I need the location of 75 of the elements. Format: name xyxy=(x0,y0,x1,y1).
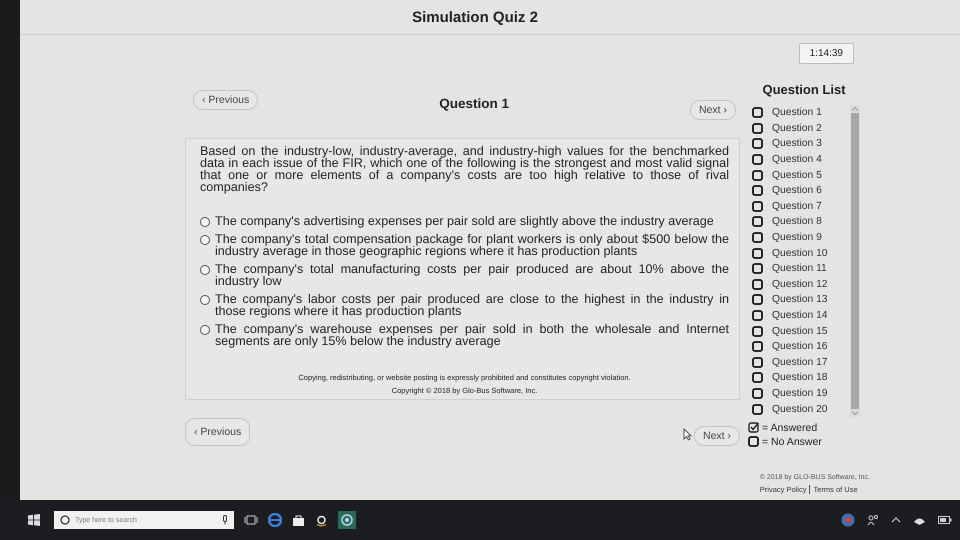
shopping-bag-icon[interactable] xyxy=(292,514,305,526)
question-link[interactable]: Question 6 xyxy=(772,185,822,196)
question-link[interactable]: Question 14 xyxy=(772,310,828,322)
radio-button[interactable] xyxy=(200,295,210,305)
question-link[interactable]: Question 11 xyxy=(772,263,827,274)
question-link[interactable]: Question 9 xyxy=(772,232,822,244)
caret-up-icon[interactable] xyxy=(891,516,901,524)
checkbox[interactable] xyxy=(752,248,763,259)
question-link[interactable]: Question 18 xyxy=(772,372,828,384)
question-link[interactable]: Question 13 xyxy=(772,294,828,306)
checkbox[interactable] xyxy=(752,404,763,415)
browser-icon[interactable] xyxy=(268,513,282,527)
checkbox[interactable] xyxy=(752,372,763,384)
checkbox[interactable] xyxy=(752,107,763,118)
checked-box-icon xyxy=(748,422,759,434)
checkbox[interactable] xyxy=(752,122,763,134)
checkbox[interactable] xyxy=(752,185,763,196)
previous-button[interactable]: ‹ Previous xyxy=(185,418,250,446)
checkbox[interactable] xyxy=(752,388,763,399)
quiz-title: Simulation Quiz 2 xyxy=(412,8,538,26)
question-link[interactable]: Question 2 xyxy=(772,122,822,134)
start-icon[interactable] xyxy=(28,514,40,526)
question-link[interactable]: Question 5 xyxy=(772,170,822,181)
answer-option[interactable]: The company's advertising expenses per pair sold are slightly above the industry average xyxy=(215,215,729,227)
checkbox[interactable] xyxy=(752,310,763,322)
checkbox[interactable] xyxy=(752,170,763,181)
question-list-heading: Question List xyxy=(761,82,847,97)
question-link[interactable]: Question 4 xyxy=(772,154,822,166)
answer-option[interactable]: The company's total manufacturing costs per pair produced are about 10% above the industry low xyxy=(215,263,729,287)
question-link[interactable]: Question 20 xyxy=(772,404,828,415)
next-button[interactable]: Next › xyxy=(690,100,736,120)
radio-button[interactable] xyxy=(200,217,210,227)
answer-option[interactable]: The company's labor costs per pair produced are close to the highest in the industry in those regions where it has production plants xyxy=(215,293,729,317)
question-link[interactable]: Question 8 xyxy=(772,216,822,228)
legend-label: = No Answer xyxy=(762,436,822,448)
microphone-icon[interactable] xyxy=(222,515,228,525)
checkbox[interactable] xyxy=(752,200,763,212)
people-icon[interactable] xyxy=(867,514,879,526)
checkbox[interactable] xyxy=(752,341,763,352)
checkbox[interactable] xyxy=(752,138,763,150)
radio-button[interactable] xyxy=(200,265,210,275)
checkbox[interactable] xyxy=(752,232,763,244)
question-link[interactable]: Question 1 xyxy=(772,107,822,118)
question-text: Based on the industry-low, industry-average, and industry-high values for the benchmarked data in each issue of the FIR, which one of the following is the strongest and most valid signal that one or more elements of a company's costs are too high relative to those of rival companies? xyxy=(200,145,729,193)
question-link[interactable]: Question 12 xyxy=(772,278,828,290)
question-link[interactable]: Question 7 xyxy=(772,200,822,212)
checkbox[interactable] xyxy=(752,216,763,228)
answer-option[interactable]: The company's warehouse expenses per pair sold in both the wholesale and Internet segments are only 15% below the industry average xyxy=(215,323,729,347)
task-view-icon[interactable] xyxy=(244,515,258,525)
empty-box-icon xyxy=(748,436,759,448)
checkbox[interactable] xyxy=(752,263,763,274)
question-link[interactable]: Question 17 xyxy=(772,356,828,368)
answer-option[interactable]: The company's total compensation package for plant workers is only about $500 below the industry average in those geographic regions where it has production plants xyxy=(215,233,729,257)
checkbox[interactable] xyxy=(752,154,763,166)
next-button[interactable]: Next › xyxy=(694,426,740,446)
timer: 1:14:39 xyxy=(798,43,854,64)
question-link[interactable]: Question 3 xyxy=(772,138,822,150)
battery-icon[interactable] xyxy=(938,515,952,525)
search-icon xyxy=(60,515,70,525)
checkbox[interactable] xyxy=(752,326,763,337)
previous-button[interactable]: ‹ Previous xyxy=(193,90,258,110)
checkbox[interactable] xyxy=(752,294,763,306)
checkbox[interactable] xyxy=(752,356,763,368)
radio-button[interactable] xyxy=(200,325,210,335)
radio-button[interactable] xyxy=(200,235,210,245)
question-link[interactable]: Question 16 xyxy=(772,341,828,352)
legend-label: = Answered xyxy=(762,422,818,434)
app-icon[interactable] xyxy=(338,511,356,529)
question-link[interactable]: Question 19 xyxy=(772,388,828,399)
question-heading: Question 1 xyxy=(439,96,509,111)
question-link[interactable]: Question 15 xyxy=(772,326,828,337)
help-icon[interactable] xyxy=(841,513,855,527)
question-link[interactable]: Question 10 xyxy=(772,248,828,259)
checkbox[interactable] xyxy=(752,278,763,290)
mouse-cursor-icon xyxy=(682,428,692,441)
